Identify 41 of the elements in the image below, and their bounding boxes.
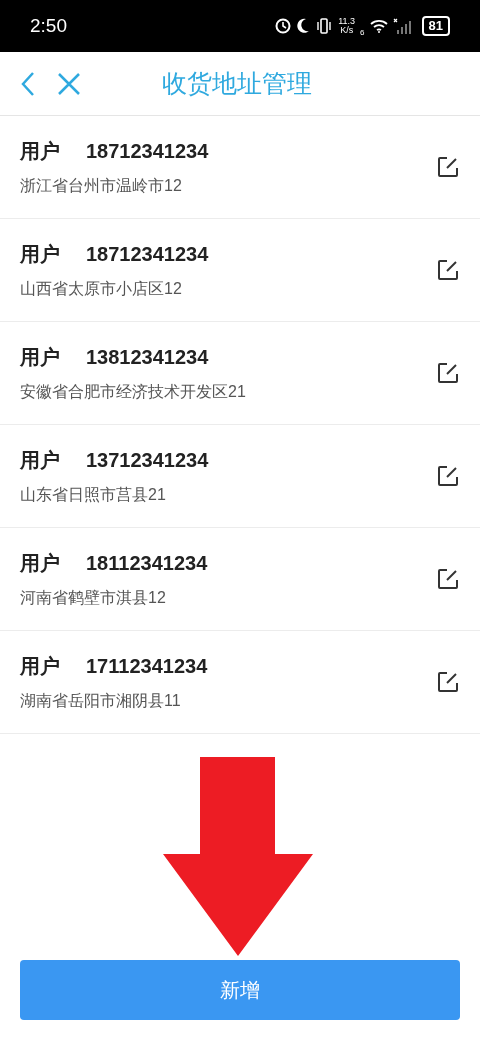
edit-button[interactable] [436, 258, 460, 282]
phone-number: 18112341234 [86, 551, 208, 576]
moon-icon [296, 18, 311, 34]
network-speed: 11.3 K/s [338, 17, 356, 35]
address-item[interactable]: 用户 17112341234 湖南省岳阳市湘阴县11 [0, 631, 480, 734]
address-text: 山东省日照市莒县21 [20, 485, 167, 505]
address-text: 安徽省合肥市经济技术开发区21 [20, 382, 246, 402]
address-item[interactable]: 用户 18112341234 河南省鹤壁市淇县12 [0, 528, 480, 631]
address-text: 浙江省台州市温岭市12 [20, 176, 183, 196]
address-item[interactable]: 用户 13812341234 安徽省合肥市经济技术开发区21 [0, 322, 480, 425]
address-text: 河南省鹤壁市淇县12 [20, 588, 167, 608]
edit-button[interactable] [436, 155, 460, 179]
page-title: 收货地址管理 [162, 67, 312, 99]
phone-number: 18712341234 [86, 139, 209, 164]
recipient-name: 用户 [20, 242, 60, 267]
address-item[interactable]: 用户 18712341234 浙江省台州市温岭市12 [0, 116, 480, 219]
address-text: 湖南省岳阳市湘阴县11 [20, 691, 182, 711]
phone-number: 18712341234 [86, 242, 209, 267]
close-button[interactable] [56, 70, 82, 97]
recipient-name: 用户 [20, 551, 60, 576]
signal-icon [392, 18, 413, 34]
network-type: 6 [360, 27, 365, 39]
alarm-icon [275, 18, 292, 34]
status-time: 2:50 [30, 13, 67, 38]
recipient-name: 用户 [20, 139, 60, 164]
recipient-name: 用户 [20, 345, 60, 370]
phone-number: 13812341234 [86, 345, 209, 370]
edit-button[interactable] [436, 361, 460, 385]
edit-button[interactable] [436, 464, 460, 488]
edit-button[interactable] [436, 567, 460, 591]
address-item[interactable]: 用户 18712341234 山西省太原市小店区12 [0, 219, 480, 322]
address-text: 山西省太原市小店区12 [20, 279, 183, 299]
wifi-icon [369, 19, 388, 33]
phone-number: 17112341234 [86, 654, 208, 679]
recipient-name: 用户 [20, 448, 60, 473]
recipient-name: 用户 [20, 654, 60, 679]
phone-number: 13712341234 [86, 448, 209, 473]
battery-indicator: 81 [421, 16, 450, 36]
address-item[interactable]: 用户 13712341234 山东省日照市莒县21 [0, 425, 480, 528]
vibrate-icon [315, 18, 334, 34]
edit-button[interactable] [436, 670, 460, 694]
